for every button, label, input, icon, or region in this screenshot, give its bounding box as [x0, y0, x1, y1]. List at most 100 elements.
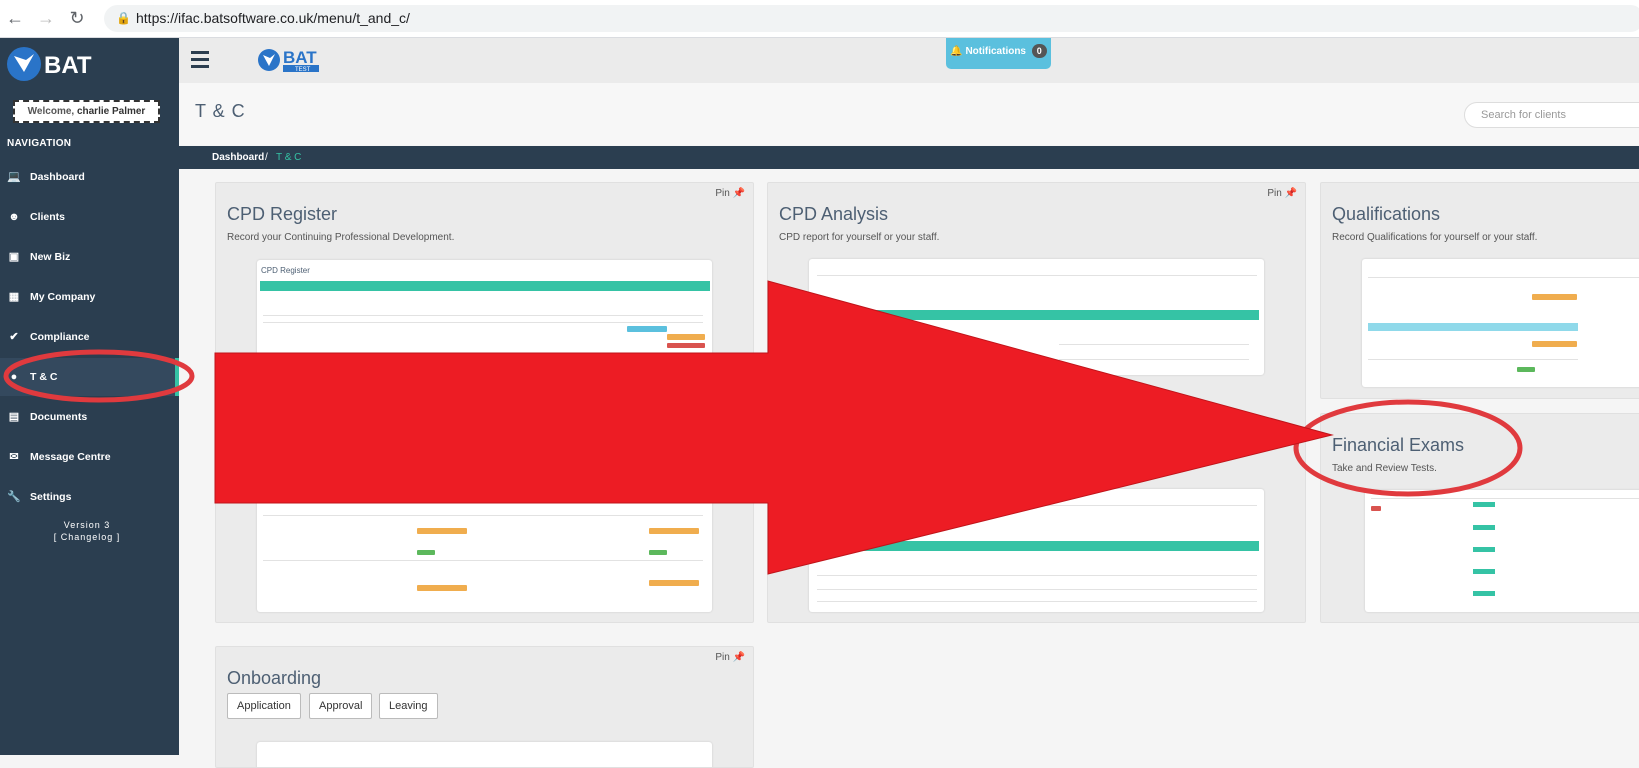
wrench-icon: 🔧 — [7, 491, 21, 503]
preview-line — [263, 322, 703, 323]
pin-button[interactable]: Pin 📌 — [715, 188, 745, 199]
sidebar: BAT Welcome, charlie Palmer NAVIGATION 💻… — [0, 38, 179, 755]
sidebar-item-t-and-c[interactable]: ● T & C — [0, 358, 179, 396]
approval-button[interactable]: Approval — [309, 693, 373, 719]
card-description: Take and Review Tests. — [1332, 463, 1437, 474]
preview-button — [1473, 591, 1495, 596]
bat-logo[interactable]: BAT — [4, 42, 114, 86]
envelope-icon: ✉ — [9, 451, 19, 463]
preview-line — [1059, 344, 1249, 345]
card-description: CPD report for yourself or your staff. — [779, 232, 940, 243]
pin-button[interactable]: Pin 📌 — [1267, 188, 1297, 199]
preview-badge — [1532, 341, 1577, 347]
preview-line — [817, 589, 1257, 590]
sidebar-item-label: Documents — [30, 411, 88, 423]
preview-add-bar — [260, 281, 710, 291]
preview-badge — [1371, 506, 1381, 511]
preview-line — [1368, 359, 1578, 360]
card-preview-image — [257, 742, 712, 767]
laptop-icon: 💻 — [7, 171, 21, 183]
check-icon: ✔ — [9, 331, 19, 343]
application-button[interactable]: Application — [227, 693, 301, 719]
preview-line — [263, 560, 703, 561]
logo-text: BAT — [44, 52, 92, 79]
preview-bar — [813, 310, 1259, 320]
card-preview-image — [809, 489, 1264, 612]
sidebar-item-label: Compliance — [30, 331, 90, 343]
preview-button — [1473, 502, 1495, 507]
leaving-button[interactable]: Leaving — [379, 693, 438, 719]
card-qualifications[interactable]: Qualifications Record Qualifications for… — [1320, 182, 1639, 399]
sidebar-item-dashboard[interactable]: 💻 Dashboard — [0, 158, 179, 196]
preview-bar — [1368, 323, 1578, 331]
page-header: T & C Search for clients — [179, 83, 1639, 145]
preview-badge — [649, 550, 667, 555]
preview-line — [817, 505, 1257, 506]
sidebar-item-clients[interactable]: ☻ Clients — [0, 198, 179, 236]
hamburger-menu-icon[interactable] — [191, 51, 209, 72]
preview-line — [1371, 498, 1639, 499]
card-cpd-register[interactable]: Pin 📌 CPD Register Record your Continuin… — [215, 182, 754, 623]
breadcrumb-current: T & C — [276, 152, 302, 163]
page-title: T & C — [195, 101, 246, 121]
preview-badge — [417, 585, 467, 591]
card-preview-image — [1362, 259, 1639, 387]
sidebar-item-label: T & C — [30, 371, 58, 383]
notifications-count: 0 — [1031, 44, 1047, 58]
card-title: Financial Exams — [1332, 435, 1465, 455]
preview-line — [263, 515, 703, 516]
notifications-button[interactable]: 🔔 Notifications 0 — [946, 38, 1051, 69]
preview-badge — [1532, 294, 1577, 300]
card-title: Onboarding — [227, 668, 322, 688]
top-logo-sub: TEST — [295, 67, 311, 73]
circle-icon: ● — [10, 371, 18, 383]
preview-badge — [417, 528, 467, 534]
preview-bar — [813, 541, 1259, 551]
preview-button — [667, 334, 705, 340]
card-preview-image: CPD Register — [257, 260, 712, 612]
sidebar-item-my-company[interactable]: ▦ My Company — [0, 278, 179, 316]
address-bar[interactable]: 🔒 https://ifac.batsoftware.co.uk/menu/t_… — [104, 5, 1639, 32]
version-info: Version 3 [ Changelog ] — [0, 519, 174, 543]
sidebar-item-label: Clients — [30, 211, 66, 223]
preview-badge — [649, 580, 699, 586]
card-cpd-analysis[interactable]: Pin 📌 CPD Analysis CPD report for yourse… — [767, 182, 1306, 623]
browser-toolbar: ← → ↻ 🔒 https://ifac.batsoftware.co.uk/m… — [0, 0, 1639, 38]
back-arrow-icon[interactable]: ← — [5, 8, 25, 28]
sidebar-item-new-biz[interactable]: ▣ New Biz — [0, 238, 179, 276]
sidebar-item-message-centre[interactable]: ✉ Message Centre — [0, 438, 179, 476]
preview-title: CPD Register — [261, 266, 310, 275]
breadcrumb: Dashboard / T & C — [179, 146, 1639, 169]
card-financial-exams[interactable]: Financial Exams Take and Review Tests. — [1320, 413, 1639, 623]
breadcrumb-dashboard[interactable]: Dashboard — [212, 146, 264, 169]
sidebar-item-compliance[interactable]: ✔ Compliance — [0, 318, 179, 356]
nav-heading: NAVIGATION — [7, 138, 72, 149]
preview-badge — [649, 528, 699, 534]
users-icon: ☻ — [8, 211, 20, 223]
sidebar-item-documents[interactable]: ▤ Documents — [0, 398, 179, 436]
sidebar-item-label: Settings — [30, 491, 72, 503]
bat-test-logo[interactable]: BAT TEST — [257, 46, 327, 74]
welcome-name: charlie Palmer — [76, 106, 146, 117]
sidebar-item-settings[interactable]: 🔧 Settings — [0, 478, 179, 516]
pin-icon: 📌 — [1284, 188, 1297, 199]
search-input[interactable]: Search for clients — [1464, 102, 1639, 128]
preview-button — [1473, 569, 1495, 574]
preview-line — [1368, 277, 1639, 278]
book-icon: ▤ — [8, 411, 20, 423]
forward-arrow-icon[interactable]: → — [36, 8, 56, 28]
pin-icon: 📌 — [732, 652, 745, 663]
top-bar: BAT TEST 🔔 Notifications 0 — [179, 38, 1639, 83]
card-title: Qualifications — [1332, 204, 1441, 224]
card-onboarding[interactable]: Pin 📌 Onboarding Application Approval Le… — [215, 646, 754, 768]
preview-badge — [417, 550, 435, 555]
preview-button — [627, 326, 667, 332]
version-text: Version 3 — [63, 520, 111, 530]
changelog-link[interactable]: [ Changelog ] — [0, 531, 174, 543]
top-logo-text: BAT — [283, 48, 317, 67]
pin-button[interactable]: Pin 📌 — [715, 652, 745, 663]
preview-button — [1473, 525, 1495, 530]
reload-icon[interactable]: ↻ — [67, 8, 87, 28]
welcome-box: Welcome, charlie Palmer — [13, 100, 160, 123]
preview-badge — [1517, 367, 1535, 372]
